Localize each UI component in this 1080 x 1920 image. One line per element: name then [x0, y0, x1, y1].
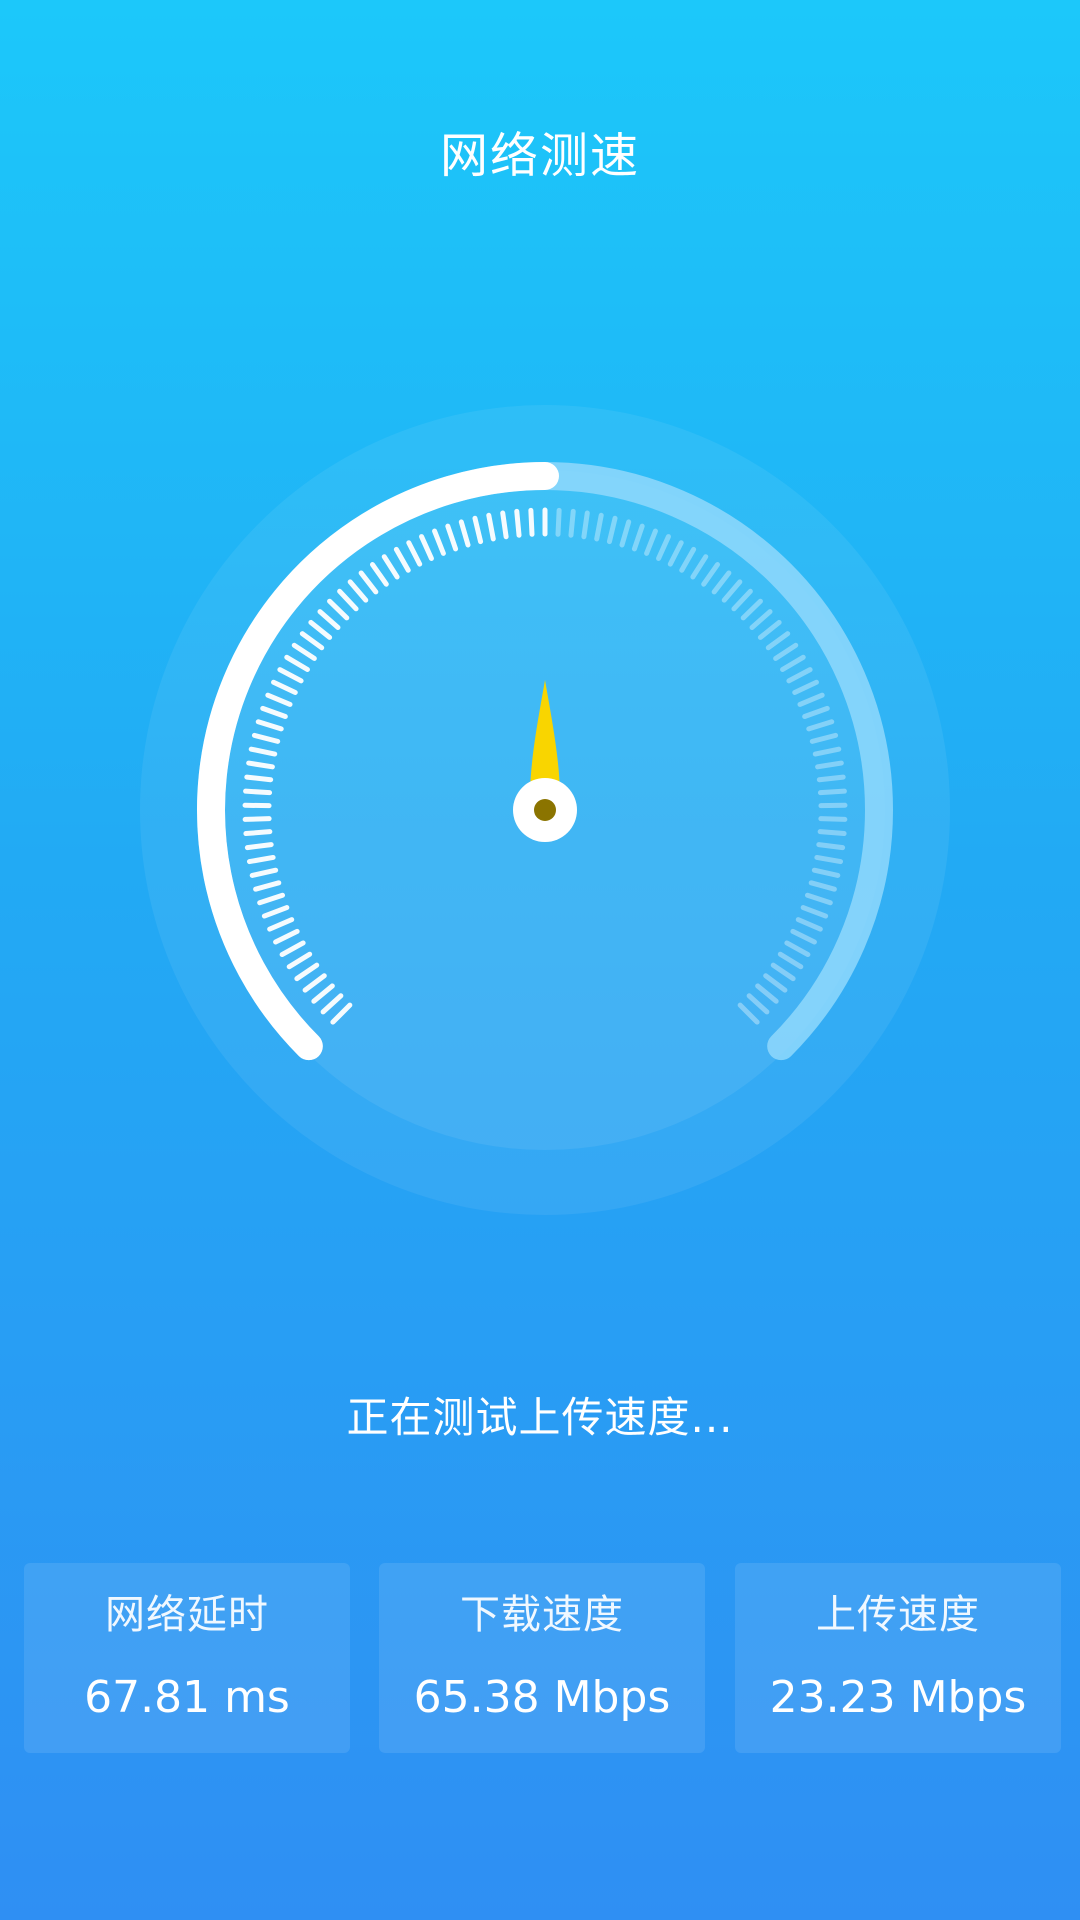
gauge-tick: [244, 774, 274, 783]
stats-row: 网络延时 67.81 ms 下载速度 65.38 Mbps 上传速度 23.23…: [0, 1563, 1080, 1753]
gauge-tick: [817, 829, 847, 837]
test-status-text: 正在测试上传速度...: [346, 1393, 734, 1442]
gauge-tick: [581, 510, 590, 540]
gauge-tick: [816, 842, 846, 851]
gauge-tick: [500, 510, 509, 540]
gauge-tick: [568, 508, 576, 538]
latency-value: 67.81 ms: [84, 1672, 290, 1723]
upload-speed-card: 上传速度 23.23 Mbps: [735, 1563, 1061, 1753]
speed-gauge-graphic: [140, 405, 950, 1215]
gauge-tick: [514, 508, 522, 538]
gauge-tick: [242, 816, 272, 822]
gauge-tick: [555, 507, 562, 537]
gauge-tick: [243, 829, 273, 837]
download-speed-value: 65.38 Mbps: [413, 1672, 671, 1723]
latency-label: 网络延时: [105, 1592, 269, 1638]
gauge-tick: [528, 507, 535, 537]
upload-speed-value: 23.23 Mbps: [769, 1672, 1027, 1723]
gauge-tick: [817, 788, 847, 796]
upload-speed-label: 上传速度: [816, 1592, 980, 1638]
page-title: 网络测速: [439, 128, 640, 184]
speed-gauge: [140, 405, 950, 1215]
gauge-tick: [816, 774, 846, 783]
needle-hub-center: [534, 799, 556, 821]
gauge-tick: [244, 842, 274, 851]
latency-card: 网络延时 67.81 ms: [24, 1563, 350, 1753]
gauge-tick: [818, 816, 848, 822]
download-speed-label: 下载速度: [460, 1592, 624, 1638]
download-speed-card: 下载速度 65.38 Mbps: [379, 1563, 705, 1753]
gauge-tick: [243, 788, 273, 796]
